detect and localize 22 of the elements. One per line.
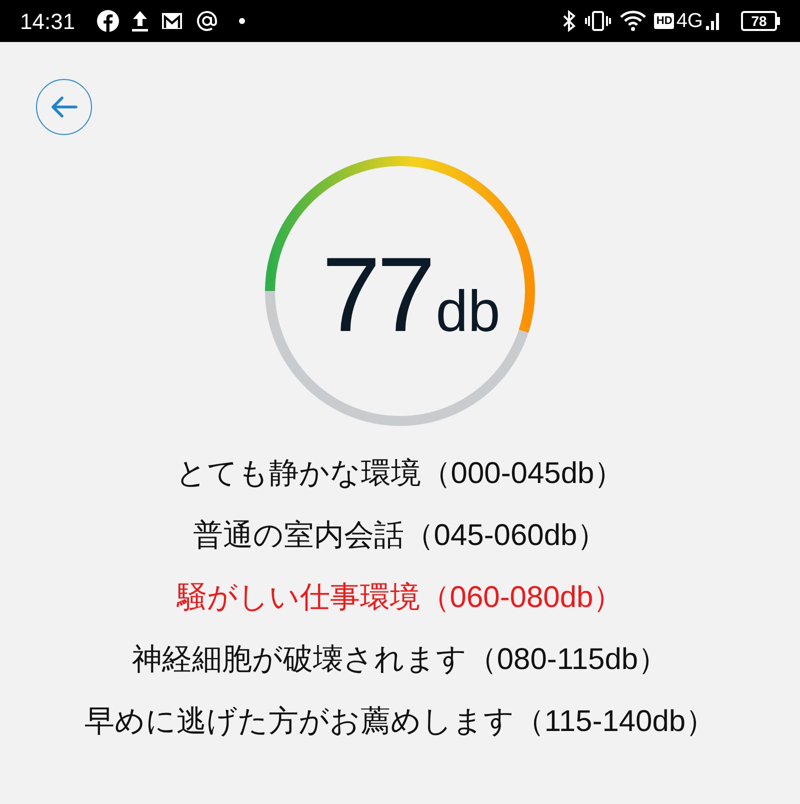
range-label: 騒がしい仕事環境（060-080db）	[176, 580, 624, 616]
at-sign-icon	[195, 9, 220, 33]
range-label: 神経細胞が破壊されます（080-115db）	[132, 642, 668, 678]
clock: 14:31	[20, 8, 76, 36]
hd-badge: HD	[654, 13, 674, 29]
vibrate-icon	[584, 10, 612, 32]
range-label: とても静かな環境（000-045db）	[176, 456, 624, 492]
range-label: 早めに逃げた方がお薦めします（115-140db）	[84, 704, 716, 740]
range-label: 普通の室内会話（045-060db）	[192, 518, 608, 554]
decibel-unit: db	[436, 283, 500, 341]
dot-icon	[239, 18, 246, 24]
bluetooth-icon	[562, 10, 576, 32]
decibel-value: 77	[322, 242, 432, 348]
wifi-icon	[620, 10, 646, 32]
mail-icon	[161, 12, 184, 30]
upload-icon	[131, 10, 150, 32]
network-type: 4G	[676, 9, 703, 34]
signal-icon	[705, 11, 721, 31]
battery-level: 78	[741, 11, 777, 31]
back-arrow-icon	[50, 95, 78, 119]
facebook-icon	[97, 10, 120, 32]
back-button[interactable]	[36, 79, 92, 135]
